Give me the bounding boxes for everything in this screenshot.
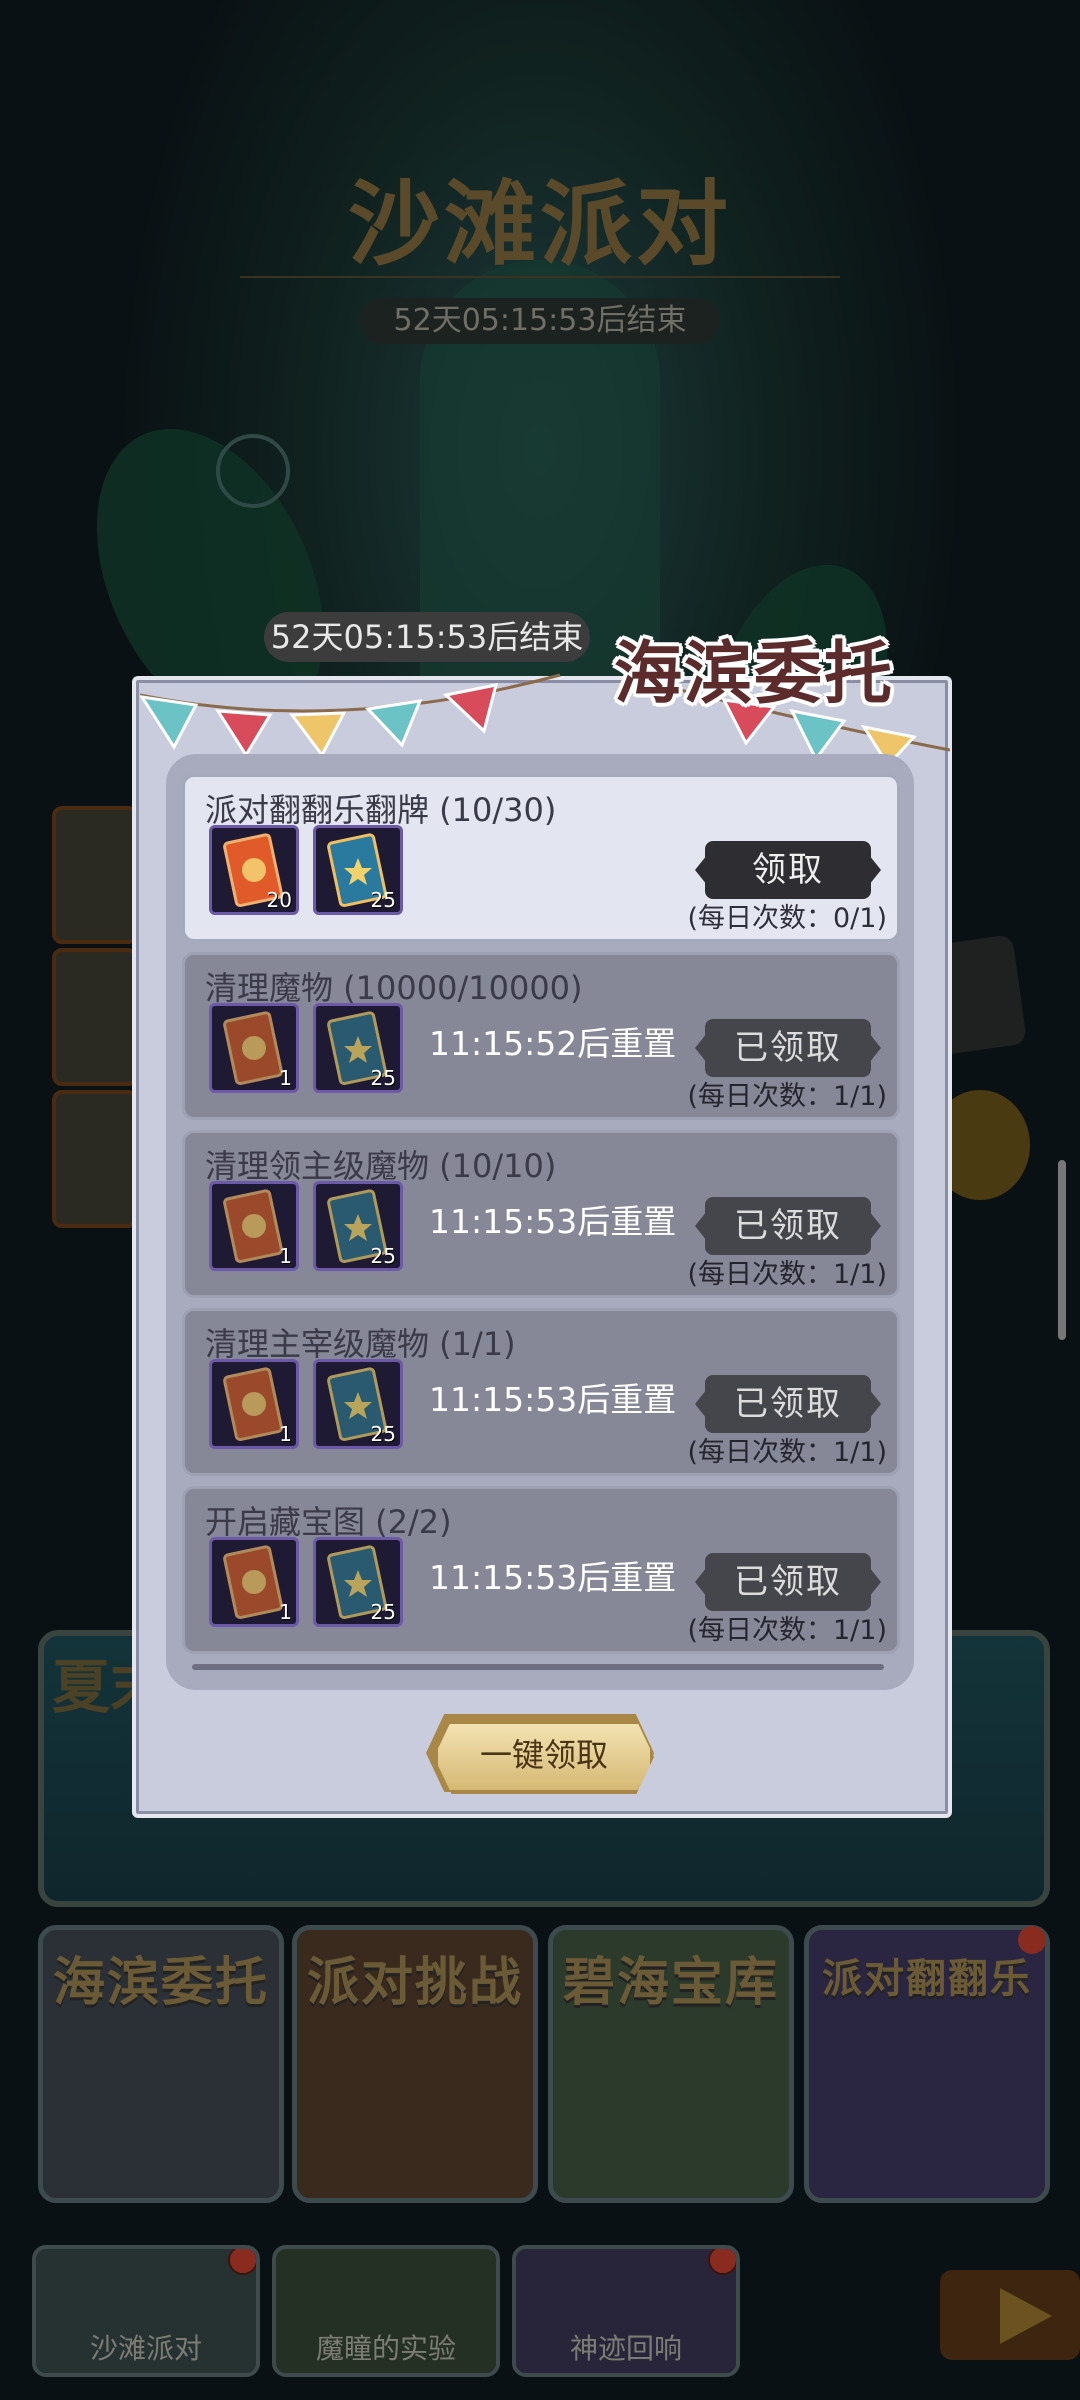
tab-label: 魔瞳的实验 — [315, 2332, 456, 2365]
hero-slot[interactable] — [52, 948, 138, 1086]
daily-count: (每日次数：1/1) — [687, 1437, 887, 1468]
scrollbar[interactable] — [1058, 1160, 1066, 1340]
daily-count: (每日次数：1/1) — [687, 1615, 887, 1646]
card-sea-treasury[interactable]: 碧海宝库 — [548, 1925, 794, 2203]
event-timer: 52天05:15:53后结束 — [360, 298, 720, 344]
next-arrow-button[interactable] — [940, 2270, 1080, 2360]
item-quantity: 25 — [370, 888, 396, 912]
daily-count: (每日次数：1/1) — [687, 1081, 887, 1112]
blue-card-icon[interactable]: 25 — [313, 825, 403, 915]
task-row: 开启藏宝图 (2/2) 1 25 11:15:53后重置 已领取 (每日次数：1… — [182, 1486, 900, 1654]
item-quantity: 1 — [279, 1066, 292, 1090]
item-quantity: 1 — [279, 1600, 292, 1624]
title-divider — [240, 276, 840, 278]
red-card-icon[interactable]: 1 — [209, 1003, 299, 1093]
red-card-icon[interactable]: 1 — [209, 1181, 299, 1271]
task-row: 清理主宰级魔物 (1/1) 1 25 11:15:53后重置 已领取 (每日次数… — [182, 1308, 900, 1476]
hero-slot[interactable] — [52, 806, 138, 944]
card-label: 派对挑战 — [306, 1953, 523, 2013]
blue-card-icon[interactable]: 25 — [313, 1003, 403, 1093]
item-quantity: 25 — [370, 1244, 396, 1268]
tab-label: 沙滩派对 — [89, 2332, 202, 2365]
tab-label: 神迹回响 — [569, 2332, 682, 2365]
hero-slot[interactable] — [52, 1090, 138, 1228]
item-quantity: 20 — [266, 888, 292, 912]
claim-button[interactable]: 领取 — [695, 841, 881, 899]
card-party-flip[interactable]: 派对翻翻乐 — [804, 1925, 1050, 2203]
card-label: 海滨委托 — [52, 1953, 269, 2013]
card-label: 碧海宝库 — [562, 1953, 779, 2013]
task-row: 清理魔物 (10000/10000) 1 25 11:15:52后重置 已领取 … — [182, 952, 900, 1120]
card-party-challenge[interactable]: 派对挑战 — [292, 1925, 538, 2203]
task-row: 清理领主级魔物 (10/10) 1 25 11:15:53后重置 已领取 (每日… — [182, 1130, 900, 1298]
claimed-button[interactable]: 已领取 — [695, 1197, 881, 1255]
card-beach-commission[interactable]: 海滨委托 — [38, 1925, 284, 2203]
item-quantity: 1 — [279, 1244, 292, 1268]
notification-dot — [1018, 1926, 1046, 1954]
reset-timer: 11:15:53后重置 — [429, 1202, 677, 1241]
blue-card-icon[interactable]: 25 — [313, 1181, 403, 1271]
item-quantity: 25 — [370, 1422, 396, 1446]
claimed-button[interactable]: 已领取 — [695, 1019, 881, 1077]
claimed-button[interactable]: 已领取 — [695, 1553, 881, 1611]
blue-card-icon[interactable]: 25 — [313, 1537, 403, 1627]
card-label: 派对翻翻乐 — [822, 1956, 1032, 2002]
modal-timer: 52天05:15:53后结束 — [264, 612, 590, 662]
reset-timer: 11:15:52后重置 — [429, 1024, 677, 1063]
list-divider — [192, 1664, 884, 1670]
notification-dot — [228, 2249, 256, 2275]
item-quantity: 25 — [370, 1600, 396, 1624]
item-quantity: 1 — [279, 1422, 292, 1446]
daily-count: (每日次数：1/1) — [687, 1259, 887, 1290]
reset-timer: 11:15:53后重置 — [429, 1558, 677, 1597]
task-row: 派对翻翻乐翻牌 (10/30) 20 25 领取 (每日次数：0/1) — [182, 774, 900, 942]
claimed-button[interactable]: 已领取 — [695, 1375, 881, 1433]
blue-card-icon[interactable]: 25 — [313, 1359, 403, 1449]
red-card-icon[interactable]: 20 — [209, 825, 299, 915]
notification-dot — [708, 2249, 736, 2275]
reset-timer: 11:15:53后重置 — [429, 1380, 677, 1419]
daily-count: (每日次数：0/1) — [687, 903, 887, 934]
red-card-icon[interactable]: 1 — [209, 1537, 299, 1627]
tab-magic-eye-experiment[interactable]: 魔瞳的实验 — [272, 2245, 500, 2377]
tab-beach-party[interactable]: 沙滩派对 — [32, 2245, 260, 2377]
item-quantity: 25 — [370, 1066, 396, 1090]
red-card-icon[interactable]: 1 — [209, 1359, 299, 1449]
modal-title: 海滨委托 — [614, 635, 895, 714]
event-title: 沙滩派对 — [347, 171, 732, 278]
bubble-decoration — [216, 434, 290, 508]
claim-all-button[interactable]: 一键领取 — [434, 1720, 654, 1794]
tab-miracle-echo[interactable]: 神迹回响 — [512, 2245, 740, 2377]
